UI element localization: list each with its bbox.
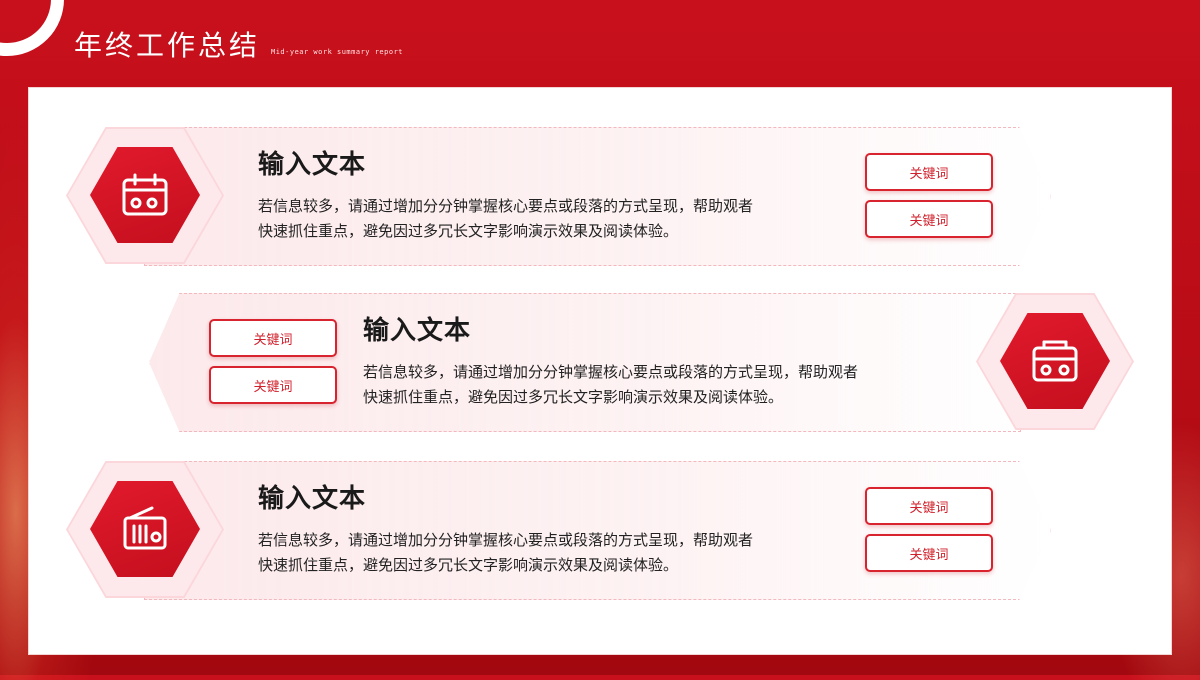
flag-icon: [120, 504, 170, 554]
item-title: 输入文本: [258, 150, 367, 180]
keyword-tag[interactable]: 关键词: [865, 200, 993, 238]
description-line: 快速抓住重点，避免因过多冗长文字影响演示效果及阅读体验。: [258, 222, 679, 240]
keyword-tag[interactable]: 关键词: [209, 366, 337, 404]
page-subtitle: Mid-year work summary report: [271, 48, 404, 56]
page-title: 年终工作总结: [74, 29, 261, 62]
item-title: 输入文本: [258, 484, 367, 514]
keyword-tag[interactable]: 关键词: [865, 534, 993, 572]
keyword-tag[interactable]: 关键词: [209, 319, 337, 357]
decorative-ring: [0, 0, 64, 56]
list-item-3: 输入文本 若信息较多，请通过增加分分钟掌握核心要点或段落的方式呈现，帮助观者 快…: [66, 461, 1066, 600]
description-line: 快速抓住重点，避免因过多冗长文字影响演示效果及阅读体验。: [363, 388, 784, 406]
content-panel: 输入文本 若信息较多，请通过增加分分钟掌握核心要点或段落的方式呈现，帮助观者 快…: [28, 87, 1172, 655]
description-line: 快速抓住重点，避免因过多冗长文字影响演示效果及阅读体验。: [258, 556, 679, 574]
description-line: 若信息较多，请通过增加分分钟掌握核心要点或段落的方式呈现，帮助观者: [258, 197, 754, 215]
list-item-2: 关键词 关键词 输入文本 若信息较多，请通过增加分分钟掌握核心要点或段落的方式呈…: [149, 293, 1139, 432]
item-title: 输入文本: [363, 316, 472, 346]
calendar-icon: [120, 170, 170, 220]
item-description: 若信息较多，请通过增加分分钟掌握核心要点或段落的方式呈现，帮助观者 快速抓住重点…: [363, 360, 953, 410]
item-description: 若信息较多，请通过增加分分钟掌握核心要点或段落的方式呈现，帮助观者 快速抓住重点…: [258, 194, 848, 244]
keyword-tag[interactable]: 关键词: [865, 487, 993, 525]
radio-icon: [1030, 336, 1080, 386]
description-line: 若信息较多，请通过增加分分钟掌握核心要点或段落的方式呈现，帮助观者: [363, 363, 859, 381]
list-item-1: 输入文本 若信息较多，请通过增加分分钟掌握核心要点或段落的方式呈现，帮助观者 快…: [66, 127, 1066, 266]
item-description: 若信息较多，请通过增加分分钟掌握核心要点或段落的方式呈现，帮助观者 快速抓住重点…: [258, 528, 848, 578]
keyword-tag[interactable]: 关键词: [865, 153, 993, 191]
description-line: 若信息较多，请通过增加分分钟掌握核心要点或段落的方式呈现，帮助观者: [258, 531, 754, 549]
